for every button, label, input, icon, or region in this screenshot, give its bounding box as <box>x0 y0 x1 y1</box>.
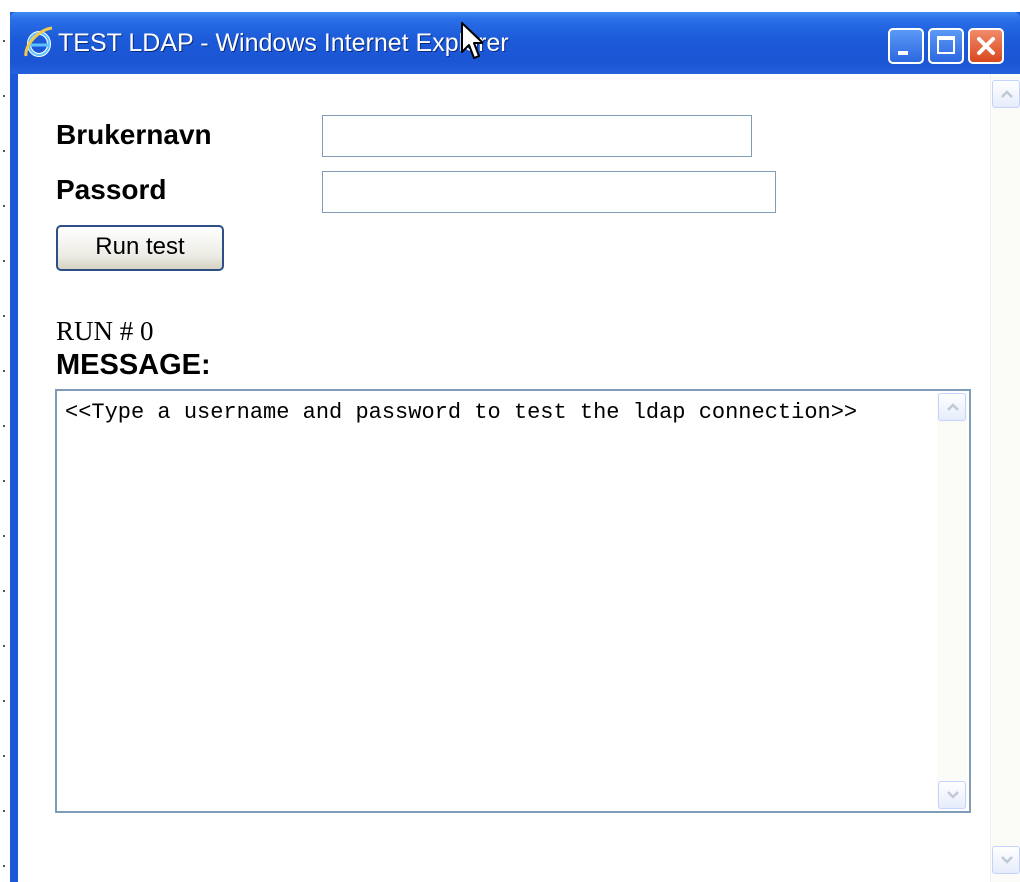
run-test-button[interactable]: Run test <box>56 225 224 271</box>
username-input[interactable] <box>322 115 752 157</box>
ie-logo-icon <box>24 26 53 57</box>
run-counter: RUN # 0 <box>56 316 154 347</box>
chevron-up-icon <box>947 403 959 411</box>
run-counter-label: RUN # <box>56 316 134 346</box>
username-label: Brukernavn <box>56 119 212 150</box>
background-dotted-line <box>3 40 5 880</box>
message-scrollbar[interactable] <box>937 393 967 809</box>
chevron-up-icon <box>1001 90 1013 98</box>
maximize-button[interactable] <box>928 28 964 64</box>
browser-window: TEST LDAP - Windows Internet Explorer Br… <box>10 12 1020 882</box>
page-scroll-up-button[interactable] <box>992 80 1020 108</box>
message-heading: MESSAGE: <box>56 349 211 381</box>
minimize-icon <box>898 51 908 55</box>
title-bar[interactable]: TEST LDAP - Windows Internet Explorer <box>10 12 1020 74</box>
message-text: <<Type a username and password to test t… <box>65 400 858 425</box>
page-scrollbar[interactable] <box>990 74 1020 882</box>
minimize-button[interactable] <box>888 28 924 64</box>
maximize-icon <box>937 36 955 54</box>
password-label: Passord <box>56 174 167 205</box>
message-textarea[interactable]: <<Type a username and password to test t… <box>55 389 971 813</box>
page-scroll-down-button[interactable] <box>992 846 1020 874</box>
message-scroll-down-button[interactable] <box>938 781 966 809</box>
password-input[interactable] <box>322 171 776 213</box>
message-scroll-up-button[interactable] <box>938 393 966 421</box>
close-icon <box>977 37 995 55</box>
page-content: Brukernavn Passord Run test RUN # 0 MESS… <box>18 74 1020 882</box>
window-title: TEST LDAP - Windows Internet Explorer <box>58 29 509 57</box>
chevron-down-icon <box>947 791 959 799</box>
run-counter-value: 0 <box>140 316 154 346</box>
desktop-background <box>0 0 10 882</box>
close-button[interactable] <box>968 28 1004 64</box>
chevron-down-icon <box>1001 856 1013 864</box>
mouse-cursor-icon <box>461 22 483 59</box>
